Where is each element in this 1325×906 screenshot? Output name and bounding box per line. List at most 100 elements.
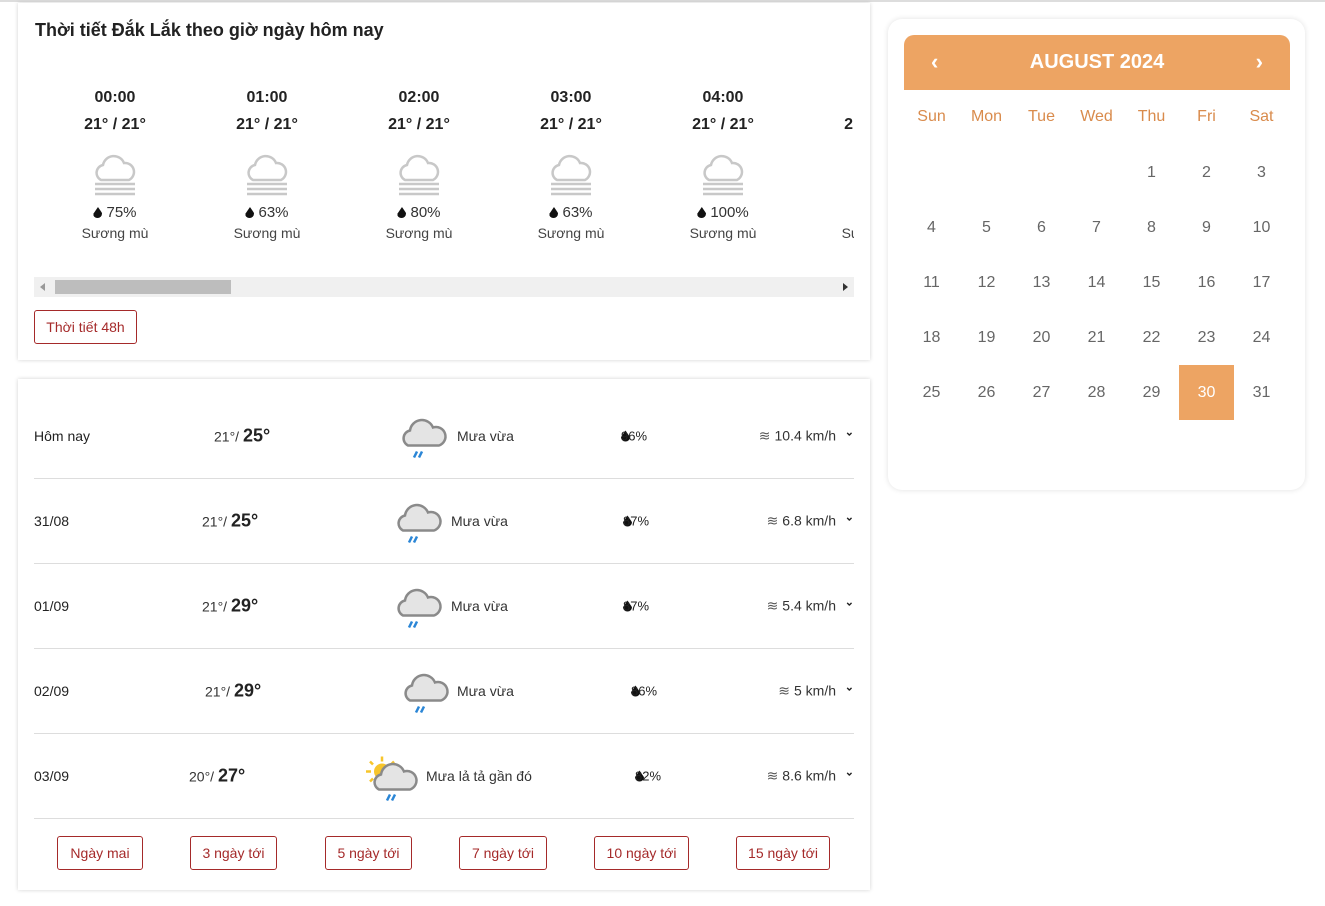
calendar-day[interactable]: 23 [1179,310,1234,365]
calendar-day[interactable]: 6 [1014,200,1069,255]
hourly-title: Thời tiết Đắk Lắk theo giờ ngày hôm nay [35,20,384,40]
humidity-value: 63% [562,204,593,221]
day-temperature: 21°/ 25° [202,511,258,532]
calendar-day[interactable]: 7 [1069,200,1124,255]
droplet-icon [397,207,407,218]
daily-row[interactable]: Hôm nay 21°/ 25° Mưa vừa 96% ≋ 10.4 km/h ⌄ [34,394,854,479]
calendar: ‹ AUGUST 2024 › Sun Mon Tue Wed Thu Fri Sat 1 2 3… [888,19,1305,490]
chevron-down-icon[interactable]: ⌄ [845,426,854,439]
hour-description: Sương mù [233,225,301,241]
temp-separator: / [223,598,231,615]
hour-time: 05:00 [799,88,854,116]
daily-row[interactable]: 31/08 21°/ 25° Mưa vừa 87% ≋ 6.8 km/h ⌄ [34,479,854,564]
scrollbar-thumb[interactable] [55,280,231,294]
droplet-icon [697,207,707,218]
weekday-label: Mon [970,108,1003,125]
chevron-down-icon[interactable]: ⌄ [845,511,854,524]
hourly-scroll-area[interactable]: 00:00 21° / 21° 75% Sương mù 01:00 21° / 21° 6… [34,88,854,263]
hourly-item: 04:00 21° / 21° 100% Sương mù [647,88,799,241]
calendar-day[interactable]: 4 [904,200,959,255]
weekday-label: Sat [1249,108,1274,125]
wind-value: 5 km/h [793,682,836,699]
calendar-day[interactable]: 11 [904,255,959,310]
day-wind: ≋ 10.4 km/h [759,428,836,445]
hourly-item: 01:00 21° / 21° 63% Sương mù [191,88,343,241]
calendar-day[interactable]: 15 [1124,255,1179,310]
forecast-range-button[interactable]: 7 ngày tới [459,836,547,870]
forecast-range-button[interactable]: 5 ngày tới [325,836,412,870]
calendar-day[interactable]: 8 [1124,200,1179,255]
daily-row[interactable]: 03/09 20°/ 27° Mưa lả tả gần đó 82% ≋ 8.6 km/… [34,734,854,819]
horizontal-scrollbar[interactable] [34,277,854,297]
daily-row[interactable]: 02/09 21°/ 29° Mưa vừa 86% ≋ 5 km/h ⌄ [34,649,854,734]
weather-description: Mưa lả tả gần đó [426,768,532,784]
calendar-day[interactable]: 1 [1124,145,1179,200]
calendar-day[interactable]: 9 [1179,200,1234,255]
calendar-day[interactable]: 5 [959,200,1014,255]
humidity-value: 87% [623,598,650,614]
scroll-left-arrow[interactable] [40,283,45,291]
high-temp: 29° [233,680,262,701]
weather-description: Mưa vừa [457,683,514,699]
weather-48h-button[interactable]: Thời tiết 48h [34,310,137,344]
calendar-day[interactable]: 27 [1014,365,1069,420]
next-month-button[interactable]: › [1256,49,1263,75]
calendar-day[interactable]: 12 [959,255,1014,310]
weekday-label: Thu [1137,108,1166,125]
calendar-day[interactable]: 13 [1014,255,1069,310]
hour-humidity [799,204,854,221]
rain-cloud-icon [401,671,451,720]
droplet-icon [245,207,255,218]
calendar-day[interactable]: 14 [1069,255,1124,310]
temp-separator: / [226,683,234,700]
calendar-day[interactable]: 31 [1234,365,1289,420]
wind-value: 8.6 km/h [782,767,836,784]
forecast-range-button[interactable]: 15 ngày tới [736,836,830,870]
calendar-day[interactable]: 2 [1179,145,1234,200]
hour-humidity: 63% [495,204,647,221]
calendar-day[interactable]: 24 [1234,310,1289,365]
calendar-day[interactable]: 21 [1069,310,1124,365]
forecast-range-button[interactable]: 10 ngày tới [594,836,689,870]
chevron-down-icon[interactable]: ⌄ [845,596,854,609]
wind-icon: ≋ [758,427,771,444]
fog-icon [39,146,191,204]
temp-separator: / [210,768,218,785]
chevron-down-icon[interactable]: ⌄ [845,766,854,779]
hour-temperature: 21° / 21° [692,116,754,133]
day-date: Hôm nay [34,428,91,444]
humidity-value: 63% [258,204,289,221]
calendar-day[interactable]: 25 [904,365,959,420]
calendar-day[interactable]: 19 [959,310,1014,365]
chevron-down-icon[interactable]: ⌄ [845,681,854,694]
weekday-label: Wed [1080,108,1113,125]
rain-cloud-icon [394,501,444,550]
hourly-item: 03:00 21° / 21° 63% Sương mù [495,88,647,241]
weekday-label: Tue [1028,108,1055,125]
forecast-range-button[interactable]: Ngày mai [57,836,143,870]
hour-time: 01:00 [246,89,288,106]
calendar-day[interactable]: 28 [1069,365,1124,420]
wind-value: 10.4 km/h [774,427,836,444]
forecast-range-button[interactable]: 3 ngày tới [190,836,277,870]
day-wind: ≋ 8.6 km/h [767,768,836,785]
calendar-day[interactable]: 22 [1124,310,1179,365]
calendar-day[interactable]: 26 [959,365,1014,420]
calendar-day[interactable]: 16 [1179,255,1234,310]
calendar-day[interactable]: 29 [1124,365,1179,420]
day-temperature: 20°/ 27° [189,766,245,787]
calendar-day[interactable]: 30 [1179,365,1234,420]
calendar-day[interactable]: 10 [1234,200,1289,255]
humidity-value: 87% [623,513,650,529]
calendar-day[interactable]: 17 [1234,255,1289,310]
calendar-day[interactable]: 3 [1234,145,1289,200]
calendar-month: AUGUST 2024 [1029,51,1165,73]
scroll-right-arrow[interactable] [843,283,848,291]
calendar-day[interactable]: 20 [1014,310,1069,365]
low-temp: 20° [189,768,211,785]
temp-separator: / [235,428,243,445]
wind-icon: ≋ [766,512,779,529]
daily-row[interactable]: 01/09 21°/ 29° Mưa vừa 87% ≋ 5.4 km/h ⌄ [34,564,854,649]
day-temperature: 21°/ 25° [214,426,270,447]
calendar-day[interactable]: 18 [904,310,959,365]
